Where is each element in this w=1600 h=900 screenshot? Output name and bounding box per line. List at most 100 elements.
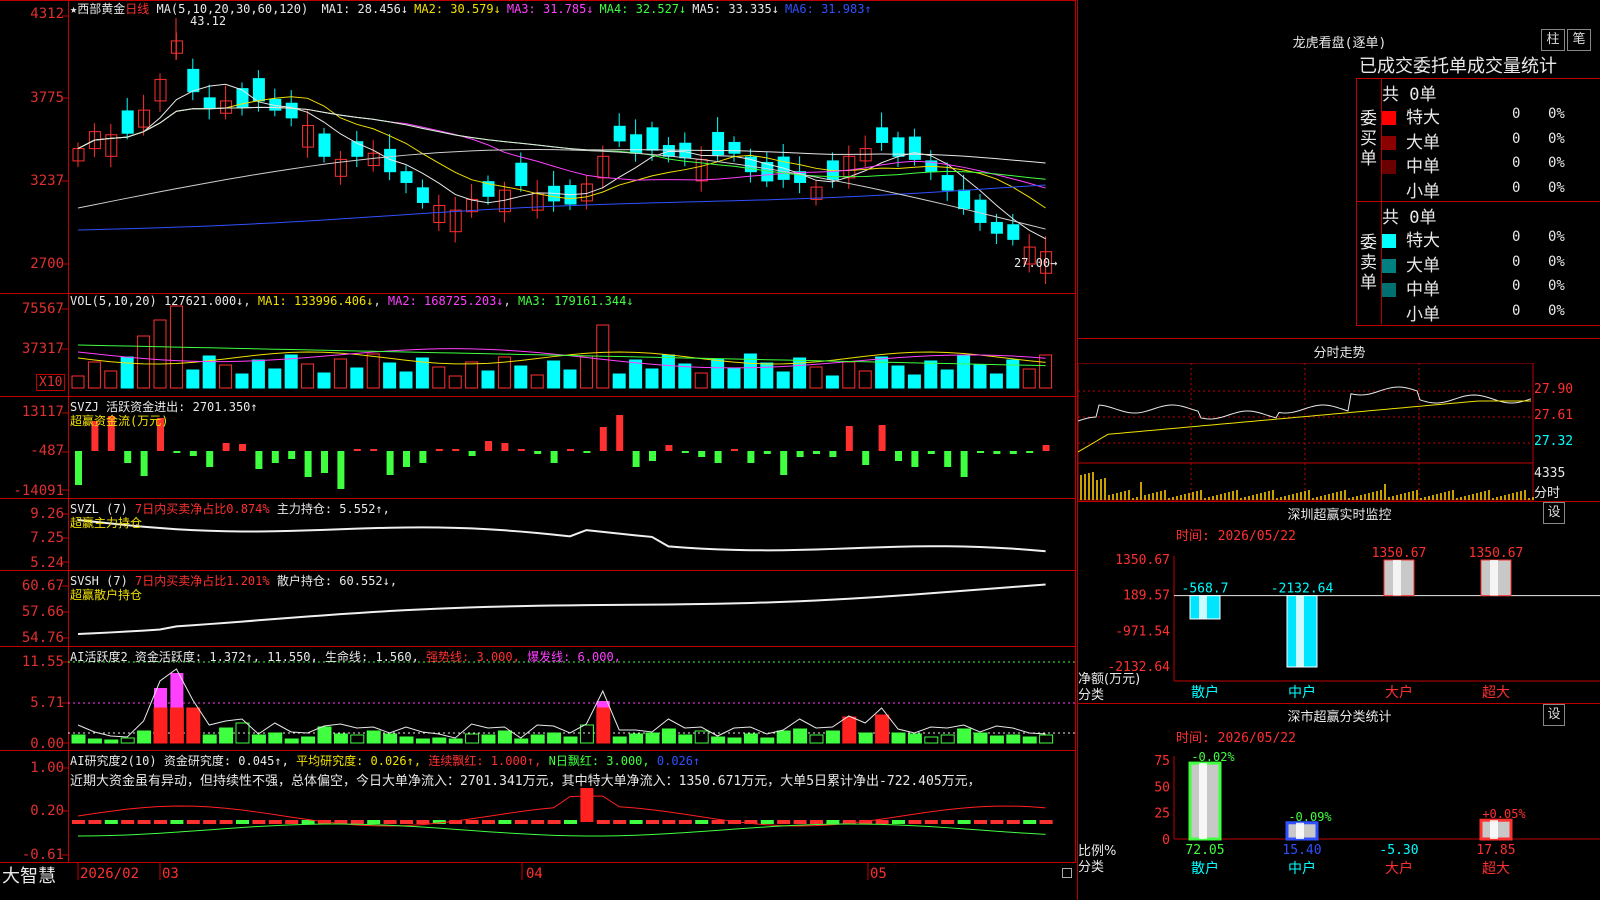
ai-research-t3: 连续飘红: 1.000↑,	[428, 754, 542, 768]
activity-bar	[415, 738, 430, 744]
activity-bar	[743, 733, 758, 744]
buy-total: 共 0单	[1382, 85, 1437, 105]
activity-bar	[481, 734, 496, 744]
activity-bar	[120, 737, 135, 744]
intraday-chart[interactable]	[1078, 363, 1600, 501]
brand-logo[interactable]: 大智慧	[2, 862, 56, 888]
order-type-label: 特大	[1406, 108, 1440, 128]
volume-bar	[120, 356, 134, 389]
pen-view-button[interactable]: 笔	[1567, 29, 1591, 51]
right-panel: 龙虎看盘(逐单) 柱 笔 已成交委托单成交量统计 委买单 委卖单 共 0单 特大…	[1077, 0, 1600, 900]
high-price-label: 43.12	[190, 14, 227, 28]
volume-bar	[137, 335, 151, 389]
volume-bar	[514, 365, 528, 389]
vol-ylabel-1: 37317	[21, 341, 64, 357]
research-bar	[1023, 820, 1037, 824]
intraday-volume-bar	[1508, 494, 1510, 500]
research-bar	[154, 820, 167, 824]
intraday-volume-bar	[1120, 492, 1122, 500]
sz-monitor-title: 深圳超赢实时监控	[1287, 508, 1392, 523]
activity-bar	[875, 714, 890, 744]
volume-bar	[350, 367, 364, 389]
activity-bar	[448, 738, 463, 744]
research-bar	[760, 820, 774, 824]
intraday-volume-bar	[1316, 497, 1318, 500]
volume-bar	[186, 369, 200, 389]
volume-bar	[989, 373, 1003, 389]
activity-bar	[1006, 734, 1021, 744]
research-bar	[908, 820, 922, 824]
ai-research-t2: 平均研究度: 0.026↑,	[296, 754, 422, 768]
lock-icon[interactable]	[1062, 868, 1072, 878]
sz-class-chart[interactable]: 75 50 25 0 -0.02% 72.05 散户 -0.09% 15.40 中户 -5.30 大户…	[1078, 744, 1600, 900]
research-bar	[236, 820, 249, 824]
activity-bar	[678, 734, 693, 744]
sz-monitor-ycap2: 分类	[1078, 688, 1105, 703]
sz-monitor-settings-button[interactable]: 设	[1543, 502, 1565, 524]
activity-bar	[169, 707, 184, 744]
intraday-volume-bar	[1144, 495, 1146, 500]
intraday-volume-bar	[1408, 492, 1410, 500]
bar-view-button[interactable]: 柱	[1541, 29, 1565, 51]
activity-bar	[333, 733, 348, 744]
intraday-volume-bar	[1324, 495, 1326, 500]
intraday-volume-bar	[1148, 494, 1150, 500]
volume-bar	[219, 364, 233, 389]
volume-bar	[481, 370, 495, 389]
intraday-volume-bar	[1100, 479, 1102, 500]
capital-flow-bar	[124, 451, 132, 463]
research-bar	[531, 820, 545, 824]
research-bar	[924, 820, 938, 824]
intraday-volume-bar	[1260, 493, 1262, 500]
research-bar	[875, 820, 889, 824]
research-bar	[1039, 820, 1053, 824]
intraday-volume-bar	[1352, 497, 1354, 500]
capital-flow-bar	[206, 451, 214, 467]
intraday-volume-bar	[1456, 498, 1458, 500]
sz-class-settings-button[interactable]: 设	[1543, 704, 1565, 726]
intraday-ylabel-0: 27.90	[1534, 382, 1574, 397]
panel-border	[1075, 0, 1076, 862]
order-row: 中单 0 0%	[1382, 275, 1600, 300]
sz-monitor-chart[interactable]: 1350.67189.57-971.54-2132.64-568.7散户-213…	[1078, 540, 1600, 700]
volume-bar	[333, 358, 347, 389]
activity-bar	[547, 732, 562, 744]
period-label[interactable]: 日线	[125, 2, 149, 16]
activity-bar	[350, 734, 365, 744]
activity-bar	[153, 707, 168, 744]
research-bar	[695, 820, 709, 824]
intraday-volume-bar	[1088, 473, 1090, 500]
activity-bar	[202, 734, 217, 744]
activity-bar	[87, 738, 102, 744]
research-bar	[678, 820, 692, 824]
activity-bar	[301, 736, 316, 744]
vol-ma-line	[77, 344, 1046, 367]
capital-flow-bar	[731, 449, 738, 451]
intraday-volume-bar	[1492, 498, 1494, 500]
volume-bar	[612, 373, 626, 389]
date-label-0: 2026/02	[80, 866, 140, 882]
class-bar-highlight	[1296, 822, 1304, 839]
activity-bar	[284, 738, 299, 744]
intraday-volume-bar	[1200, 490, 1202, 500]
chart-area[interactable]: ★西部黄金日线 MA(5,10,20,30,60,120) MA1: 28.45…	[0, 0, 1076, 900]
volume-bar	[629, 359, 643, 389]
intraday-volume-bar	[1300, 492, 1302, 500]
lhb-title: 龙虎看盘(逐单)	[1292, 36, 1387, 51]
volume-bar	[448, 375, 462, 389]
intraday-volume-bar	[1432, 495, 1434, 500]
capital-flow-bar	[534, 451, 542, 454]
volume-bar	[432, 366, 446, 389]
activity-bar	[727, 737, 742, 744]
svsh-text2: 散户持仓: 60.552↓,	[276, 574, 398, 588]
stock-title[interactable]: ★西部黄金	[70, 2, 125, 16]
main-ylabel-1: 3775	[30, 90, 64, 106]
ai-active-t1: 资金活跃度: 1.372↑,	[134, 650, 260, 664]
research-bar	[350, 820, 364, 824]
volume-bar	[579, 355, 593, 389]
research-bar	[990, 820, 1004, 824]
ma-value-3: MA3: 31.785↓	[506, 2, 594, 16]
order-type-label: 中单	[1406, 280, 1440, 300]
candle-body	[416, 187, 429, 203]
activity-bar	[760, 737, 775, 744]
